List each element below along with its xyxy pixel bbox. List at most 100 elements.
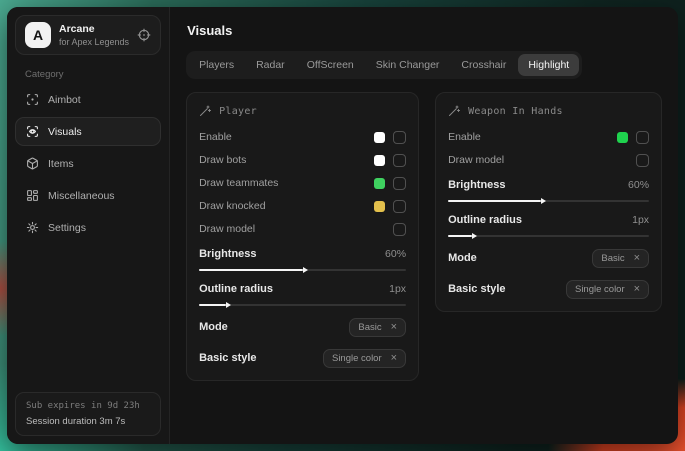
checkbox[interactable] — [636, 131, 649, 144]
chip-value: Basic — [601, 253, 624, 264]
tab-crosshair[interactable]: Crosshair — [451, 54, 516, 76]
close-icon[interactable]: × — [634, 284, 640, 295]
toggle-label: Enable — [448, 131, 617, 143]
selected-option-chip[interactable]: Basic × — [592, 249, 649, 268]
checkbox[interactable] — [636, 154, 649, 167]
color-swatch[interactable] — [617, 132, 628, 143]
sidebar-item-settings[interactable]: Settings — [15, 213, 161, 242]
target-icon[interactable] — [137, 28, 151, 42]
subscription-status-box: Sub expires in 9d 23h Session duration 3… — [15, 392, 161, 436]
sidebar-item-items[interactable]: Items — [15, 149, 161, 178]
select-row-mode: Mode Basic × — [199, 317, 406, 337]
color-swatch[interactable] — [374, 201, 385, 212]
slider-thumb[interactable] — [541, 198, 546, 204]
toggle-row-draw-knocked: Draw knocked — [199, 199, 406, 213]
checkbox[interactable] — [393, 131, 406, 144]
sidebar-item-label: Aimbot — [48, 94, 81, 106]
color-swatch[interactable] — [374, 178, 385, 189]
chip-value: Single color — [575, 284, 625, 295]
slider-group-outline-radius: Outline radius 1px — [199, 283, 406, 306]
sub-expires-text: Sub expires in 9d 23h — [26, 401, 150, 411]
slider-group-brightness: Brightness60% — [448, 179, 649, 202]
panel-title: Weapon In Hands — [468, 106, 563, 117]
slider-value: 60% — [385, 248, 406, 260]
select-label: Mode — [448, 252, 477, 264]
sidebar-item-label: Visuals — [48, 126, 82, 138]
gear-icon — [26, 221, 39, 234]
page-title: Visuals — [187, 23, 662, 38]
tab-offscreen[interactable]: OffScreen — [297, 54, 364, 76]
slider-value: 1px — [389, 283, 406, 295]
close-icon[interactable]: × — [391, 322, 397, 333]
outline-radius-slider[interactable] — [199, 304, 406, 306]
selected-option-chip[interactable]: Single color × — [566, 280, 649, 299]
brightness-slider[interactable] — [199, 269, 406, 271]
toggle-label: Draw teammates — [199, 177, 374, 189]
checkbox[interactable] — [393, 223, 406, 236]
chip-value: Basic — [358, 322, 381, 333]
app-name: Arcane — [59, 23, 129, 35]
toggle-label: Draw model — [448, 154, 636, 166]
tab-highlight[interactable]: Highlight — [518, 54, 579, 76]
checkbox[interactable] — [393, 200, 406, 213]
select-label: Basic style — [199, 352, 256, 364]
slider-fill — [448, 235, 472, 237]
sidebar-item-miscellaneous[interactable]: Miscellaneous — [15, 181, 161, 210]
slider-thumb[interactable] — [303, 267, 308, 273]
sidebar-item-aimbot[interactable]: Aimbot — [15, 85, 161, 114]
color-swatch[interactable] — [374, 155, 385, 166]
sidebar-item-visuals[interactable]: Visuals — [15, 117, 161, 146]
select-label: Mode — [199, 321, 228, 333]
sidebar-nav: Aimbot Visuals Items Miscellaneous Settings — [7, 85, 169, 242]
sidebar-item-label: Settings — [48, 222, 86, 234]
slider-thumb[interactable] — [226, 302, 231, 308]
wand-icon — [448, 105, 460, 117]
app-logo: A — [25, 22, 51, 48]
toggle-row-draw-bots: Draw bots — [199, 153, 406, 167]
selected-option-chip[interactable]: Basic × — [349, 318, 406, 337]
wand-icon — [199, 105, 211, 117]
slider-group-outline-radius: Outline radius1px — [448, 214, 649, 237]
crosshair-icon — [26, 93, 39, 106]
toggle-label: Draw model — [199, 223, 393, 235]
sidebar-header: A Arcane for Apex Legends — [15, 15, 161, 55]
scan-eye-icon — [26, 125, 39, 138]
toggle-row-draw-model: Draw model — [448, 153, 649, 167]
slider-value: 1px — [632, 214, 649, 226]
tab-radar[interactable]: Radar — [246, 54, 295, 76]
sidebar: A Arcane for Apex Legends Category Aimbo… — [7, 7, 170, 444]
grid-icon — [26, 189, 39, 202]
brightness-slider[interactable] — [448, 200, 649, 202]
app-meta: Arcane for Apex Legends — [59, 23, 129, 47]
slider-head: Brightness60% — [199, 248, 406, 260]
toggle-row-draw-model: Draw model — [199, 222, 406, 236]
main-area: Visuals PlayersRadarOffScreenSkin Change… — [170, 7, 678, 444]
selected-option-chip[interactable]: Single color × — [323, 349, 406, 368]
slider-group-brightness: Brightness60% — [199, 248, 406, 271]
slider-thumb[interactable] — [472, 233, 477, 239]
panel-title: Player — [219, 106, 257, 117]
category-label: Category — [25, 69, 169, 80]
select-label: Basic style — [448, 283, 505, 295]
panel-header: Player — [199, 105, 406, 117]
outline-radius-slider[interactable] — [448, 235, 649, 237]
tab-skin-changer[interactable]: Skin Changer — [366, 54, 450, 76]
tab-players[interactable]: Players — [189, 54, 244, 76]
checkbox[interactable] — [393, 177, 406, 190]
chip-value: Single color — [332, 353, 382, 364]
session-duration-text: Session duration 3m 7s — [26, 416, 150, 427]
slider-head: Outline radius 1px — [199, 283, 406, 295]
panel-player: PlayerEnableDraw botsDraw teammatesDraw … — [186, 92, 419, 381]
sidebar-item-label: Items — [48, 158, 74, 170]
close-icon[interactable]: × — [391, 353, 397, 364]
select-row-mode: Mode Basic × — [448, 248, 649, 268]
checkbox[interactable] — [393, 154, 406, 167]
slider-fill — [448, 200, 540, 202]
close-icon[interactable]: × — [634, 253, 640, 264]
slider-label: Outline radius — [199, 283, 273, 295]
panel-header: Weapon In Hands — [448, 105, 649, 117]
panels-container: Player Enable Draw bots Draw teammates Draw … — [186, 92, 662, 381]
toggle-row-enable: Enable — [448, 130, 649, 144]
color-swatch[interactable] — [374, 132, 385, 143]
toggle-label: Draw knocked — [199, 200, 374, 212]
